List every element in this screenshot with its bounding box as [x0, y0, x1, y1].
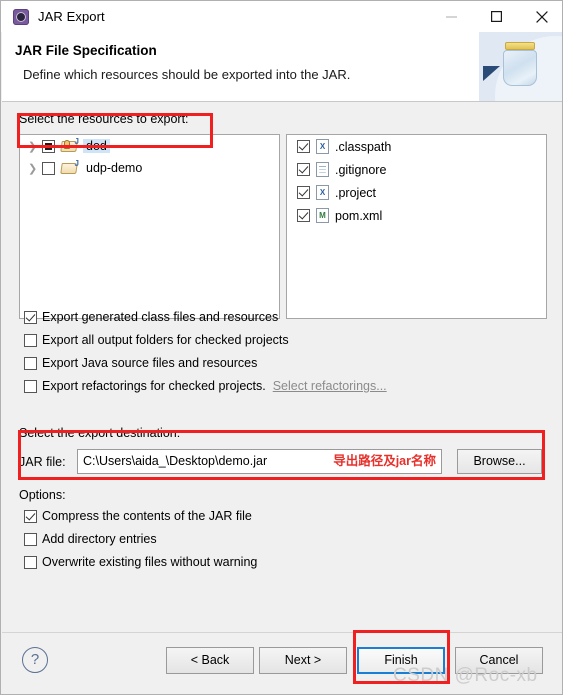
option-export-java-source-files[interactable]: Export Java source files and resources	[24, 356, 257, 370]
chevron-right-icon[interactable]: ❯	[28, 162, 42, 175]
checkbox[interactable]	[24, 333, 37, 347]
project-folder-icon: J	[60, 159, 79, 175]
option-export-refactorings[interactable]: Export refactorings for checked projects…	[24, 379, 387, 393]
back-button[interactable]: < Back	[166, 647, 254, 674]
help-icon[interactable]: ?	[22, 647, 48, 673]
tree-checkbox[interactable]	[42, 161, 55, 175]
file-checkbox[interactable]	[297, 140, 310, 153]
tree-checkbox[interactable]	[42, 139, 55, 153]
window-title: JAR Export	[38, 9, 105, 24]
destination-section-label: Select the export destination:	[19, 426, 181, 440]
option-label: Export Java source files and resources	[42, 356, 258, 370]
option-compress-contents[interactable]: Compress the contents of the JAR file	[24, 509, 252, 523]
jar-export-dialog: JAR Export JAR File Specification Define…	[0, 0, 563, 695]
list-item[interactable]: X .project	[287, 181, 546, 204]
option-label: Export all output folders for checked pr…	[42, 333, 289, 347]
list-item[interactable]: M pom.xml	[287, 204, 546, 227]
option-export-all-output-folders[interactable]: Export all output folders for checked pr…	[24, 333, 289, 347]
dialog-body: Select the resources to export: ❯ J dod …	[2, 102, 562, 632]
cancel-button[interactable]: Cancel	[455, 647, 543, 674]
options-section-label: Options:	[19, 488, 66, 502]
xml-file-icon: X	[316, 139, 329, 154]
tree-row-label: dod	[83, 139, 110, 153]
minimize-icon[interactable]	[429, 1, 474, 32]
jar-file-input[interactable]: C:\Users\aida_\Desktop\demo.jar 导出路径及jar…	[77, 449, 442, 474]
next-button[interactable]: Next >	[259, 647, 347, 674]
checkbox[interactable]	[24, 356, 37, 370]
file-label: pom.xml	[335, 208, 383, 223]
checkbox[interactable]	[24, 379, 37, 393]
finish-button[interactable]: Finish	[357, 647, 445, 674]
option-export-generated-class-files[interactable]: Export generated class files and resourc…	[24, 310, 278, 324]
tree-row[interactable]: ❯ J dod	[20, 135, 279, 157]
checkbox[interactable]	[24, 310, 37, 324]
resource-file-list[interactable]: X .classpath .gitignore X .project M pom…	[286, 134, 547, 319]
list-item[interactable]: X .classpath	[287, 135, 546, 158]
dialog-header: JAR File Specification Define which reso…	[2, 32, 562, 102]
browse-button[interactable]: Browse...	[457, 449, 542, 474]
xml-file-icon: X	[316, 185, 329, 200]
jar-file-value: C:\Users\aida_\Desktop\demo.jar	[83, 454, 268, 468]
jar-bottle-illustration	[479, 32, 562, 101]
jar-file-label: JAR file:	[19, 455, 66, 469]
file-checkbox[interactable]	[297, 163, 310, 176]
tree-row[interactable]: ❯ J udp-demo	[20, 157, 279, 179]
option-label: Export refactorings for checked projects…	[42, 379, 266, 393]
option-overwrite-existing-files[interactable]: Overwrite existing files without warning	[24, 555, 257, 569]
option-label: Overwrite existing files without warning	[42, 555, 258, 569]
file-checkbox[interactable]	[297, 209, 310, 222]
chevron-right-icon[interactable]: ❯	[28, 140, 42, 153]
java-project-folder-icon: J	[60, 137, 79, 153]
jar-path-annotation: 导出路径及jar名称	[333, 454, 436, 468]
select-refactorings-link[interactable]: Select refactorings...	[273, 379, 387, 393]
file-checkbox[interactable]	[297, 186, 310, 199]
option-label: Export generated class files and resourc…	[42, 310, 279, 324]
list-item[interactable]: .gitignore	[287, 158, 546, 181]
page-title: JAR File Specification	[15, 43, 157, 58]
file-label: .classpath	[335, 139, 392, 154]
close-icon[interactable]	[519, 1, 562, 32]
checkbox[interactable]	[24, 532, 37, 546]
option-add-directory-entries[interactable]: Add directory entries	[24, 532, 157, 546]
option-label: Compress the contents of the JAR file	[42, 509, 252, 523]
jar-export-gear-icon	[13, 8, 29, 25]
file-label: .gitignore	[335, 162, 387, 177]
dialog-button-bar: ? < Back Next > Finish Cancel	[2, 632, 562, 694]
maven-file-icon: M	[316, 208, 329, 223]
text-file-icon	[316, 162, 329, 177]
file-label: .project	[335, 185, 376, 200]
resources-section-label: Select the resources to export:	[19, 112, 189, 126]
option-label: Add directory entries	[42, 532, 157, 546]
checkbox[interactable]	[24, 509, 37, 523]
maximize-icon[interactable]	[474, 1, 519, 32]
page-subtitle: Define which resources should be exporte…	[23, 67, 351, 82]
title-bar: JAR Export	[1, 1, 562, 32]
tree-row-label: udp-demo	[86, 161, 143, 175]
window-controls	[429, 1, 562, 32]
checkbox[interactable]	[24, 555, 37, 569]
resource-tree[interactable]: ❯ J dod ❯ J udp-demo	[19, 134, 280, 319]
